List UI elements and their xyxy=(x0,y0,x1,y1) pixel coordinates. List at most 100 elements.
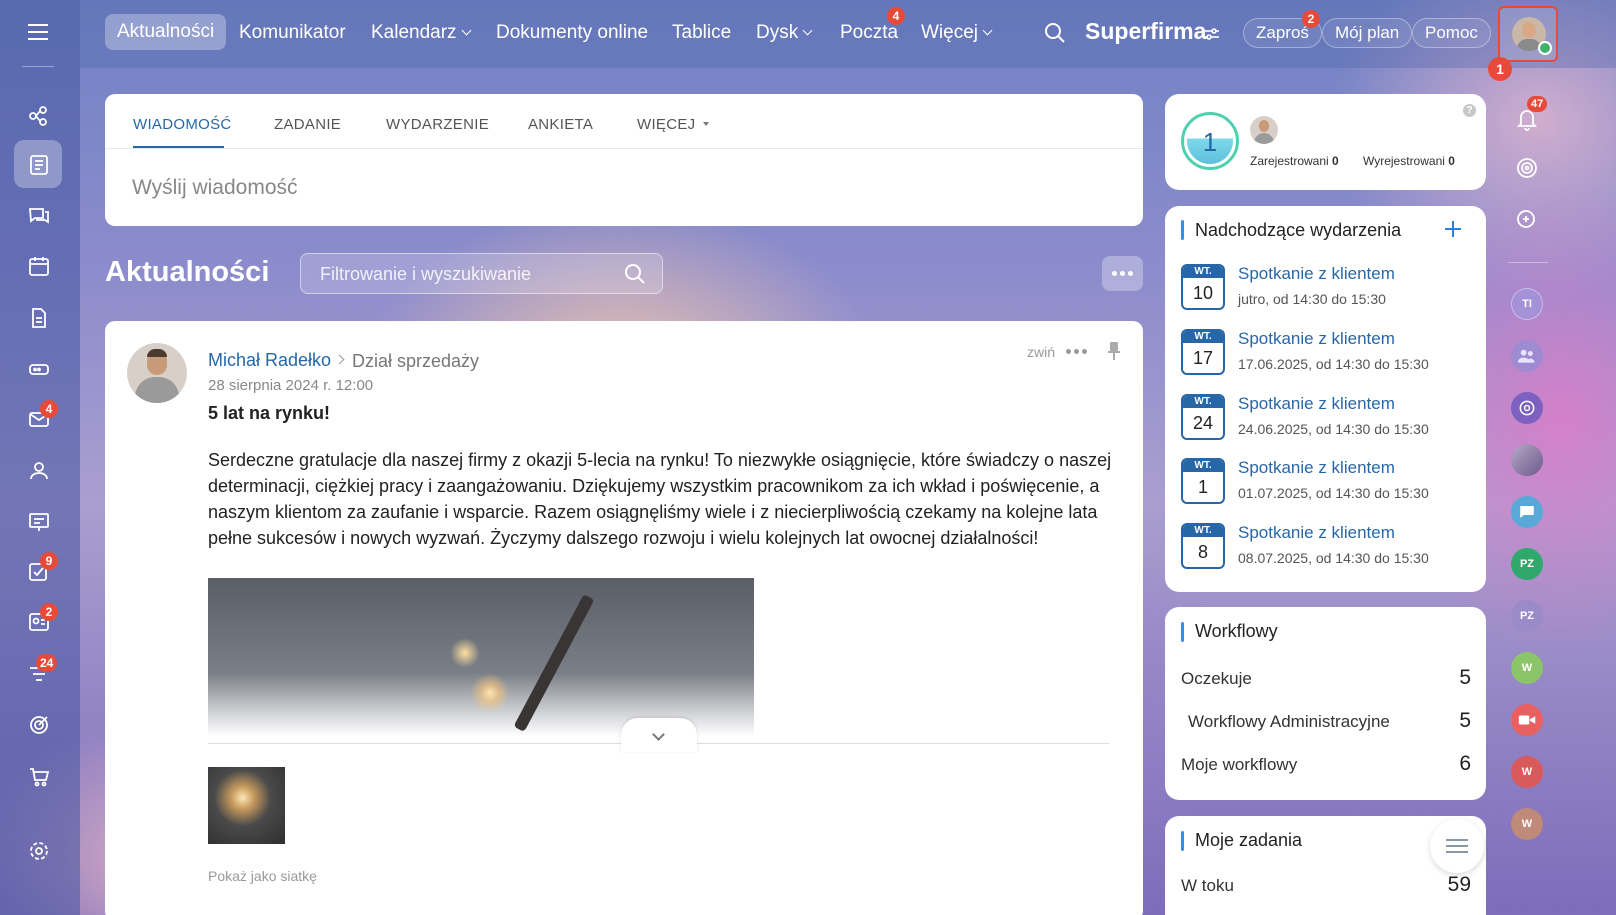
nav-dokumenty[interactable]: Dokumenty online xyxy=(496,16,648,50)
help-button[interactable]: Pomoc xyxy=(1412,18,1491,48)
company-name[interactable]: Superfirma xyxy=(1085,18,1206,45)
grid-view-link[interactable]: Pokaż jako siatkę xyxy=(208,868,317,884)
event-day: 1 xyxy=(1197,477,1208,497)
user-avatar-small[interactable] xyxy=(1250,116,1278,144)
recent-chat-avatar[interactable]: PZ xyxy=(1511,548,1543,580)
event-item[interactable]: WT. 17 Spotkanie z klientem 17.06.2025, o… xyxy=(1181,329,1471,377)
post-menu-icon[interactable] xyxy=(1066,349,1087,354)
sidebar-item-drive[interactable] xyxy=(24,354,54,384)
list-icon xyxy=(1446,839,1468,853)
tasks-card: Moje zadania W toku 59 xyxy=(1165,816,1486,915)
post-composer: WIADOMOŚĆ ZADANIE WYDARZENIE ANKIETA WIĘ… xyxy=(105,94,1143,226)
recent-chat-avatar[interactable]: W xyxy=(1511,652,1543,684)
nav-aktualnosci[interactable]: Aktualności xyxy=(105,14,227,50)
workflows-title: Workflowy xyxy=(1195,621,1278,641)
nav-dysk[interactable]: Dysk xyxy=(756,16,813,50)
tasks-row[interactable]: W toku 59 xyxy=(1181,873,1471,898)
event-day: 10 xyxy=(1192,283,1214,303)
image-thumbnail[interactable] xyxy=(208,767,285,844)
nav-kalendarz[interactable]: Kalendarz xyxy=(371,16,472,50)
poczta-badge: 4 xyxy=(887,7,905,25)
event-item[interactable]: WT. 1 Spotkanie z klientem 01.07.2025, od… xyxy=(1181,458,1471,506)
nav-komunikator[interactable]: Komunikator xyxy=(239,16,346,50)
sidebar-item-employees[interactable] xyxy=(24,456,54,486)
users-icon xyxy=(30,462,48,480)
recent-chat-photo[interactable] xyxy=(1511,444,1543,476)
event-time: 01.07.2025, od 14:30 do 15:30 xyxy=(1238,485,1429,501)
expand-button[interactable] xyxy=(621,718,697,752)
tasks-row-label: W toku xyxy=(1181,876,1234,895)
recent-chat-avatar[interactable]: PZ xyxy=(1511,600,1543,632)
sidebar-item-goals[interactable] xyxy=(24,710,54,740)
event-dow: WT. xyxy=(1183,396,1223,408)
sidebar-item-docs[interactable] xyxy=(24,303,54,333)
tab-wydarzenie[interactable]: WYDARZENIE xyxy=(386,116,489,133)
settings-sliders-icon[interactable] xyxy=(1204,26,1220,42)
sidebar-item-calendar[interactable] xyxy=(24,251,54,281)
video-call-icon[interactable] xyxy=(1511,704,1543,736)
tab-wiecej[interactable]: WIĘCEJ xyxy=(637,116,710,133)
author-avatar[interactable] xyxy=(127,343,187,403)
mail-badge: 4 xyxy=(40,400,58,418)
event-time: 08.07.2025, od 14:30 do 15:30 xyxy=(1238,550,1429,566)
pin-icon[interactable] xyxy=(1107,341,1121,366)
presence-counter[interactable]: 1 xyxy=(1181,112,1239,170)
tab-ankieta[interactable]: ANKIETA xyxy=(528,116,593,133)
sidebar-item-board[interactable] xyxy=(24,507,54,537)
event-title[interactable]: Spotkanie z klientem xyxy=(1238,264,1395,284)
tab-zadanie[interactable]: ZADANIE xyxy=(274,116,341,133)
event-item[interactable]: WT. 24 Spotkanie z klientem 24.06.2025, o… xyxy=(1181,394,1471,442)
workflows-card: Workflowy Oczekuje 5 Workflowy Administr… xyxy=(1165,607,1486,800)
search-icon[interactable] xyxy=(1044,22,1066,44)
message-input[interactable]: Wyślij wiadomość xyxy=(132,176,298,200)
recent-chat-avatar[interactable]: W xyxy=(1511,756,1543,788)
nav-tablice[interactable]: Tablice xyxy=(672,16,731,50)
message-bubble-icon[interactable] xyxy=(1511,496,1543,528)
network-icon xyxy=(29,106,47,126)
target-icon xyxy=(30,716,48,734)
tasks-badge: 9 xyxy=(40,552,58,570)
post-body: Serdeczne gratulacje dla naszej firmy z … xyxy=(208,450,1112,548)
sidebar-item-settings[interactable] xyxy=(24,836,54,866)
collapse-link[interactable]: zwiń xyxy=(1027,344,1055,360)
event-title[interactable]: Spotkanie z klientem xyxy=(1238,329,1395,349)
unregistered-count: 0 xyxy=(1448,154,1455,168)
my-plan-button[interactable]: Mój plan xyxy=(1322,18,1413,48)
event-item[interactable]: WT. 8 Spotkanie z klientem 08.07.2025, od… xyxy=(1181,523,1471,571)
group-chat-icon[interactable] xyxy=(1511,340,1543,372)
recent-chat-avatar[interactable]: W xyxy=(1511,808,1543,840)
post-date[interactable]: 28 sierpnia 2024 r. 12:00 xyxy=(208,377,373,394)
sidebar-item-sites[interactable] xyxy=(24,101,54,131)
channel-icon[interactable] xyxy=(1511,392,1543,424)
add-event-button[interactable] xyxy=(1444,220,1462,238)
workflow-row[interactable]: Moje workflowy 6 xyxy=(1181,752,1471,777)
calendar-date-icon: WT. 24 xyxy=(1181,394,1225,440)
menu-icon[interactable] xyxy=(28,24,48,40)
tab-wiecej-label: WIĘCEJ xyxy=(637,116,696,133)
radar-icon[interactable] xyxy=(1511,152,1543,184)
event-item[interactable]: WT. 10 Spotkanie z klientem jutro, od 14:… xyxy=(1181,264,1471,312)
sidebar-item-chat[interactable] xyxy=(24,201,54,231)
workflow-row[interactable]: Oczekuje 5 xyxy=(1181,666,1471,691)
event-title[interactable]: Spotkanie z klientem xyxy=(1238,523,1395,543)
document-icon xyxy=(32,308,46,328)
help-icon[interactable]: ? xyxy=(1463,104,1476,117)
more-options-button[interactable] xyxy=(1102,256,1143,291)
user-avatar[interactable] xyxy=(1498,6,1558,62)
event-title[interactable]: Spotkanie z klientem xyxy=(1238,394,1395,414)
post-author[interactable]: Michał Radełko xyxy=(208,350,331,371)
nav-wiecej[interactable]: Więcej xyxy=(921,16,993,50)
feed-post: Michał Radełko Dział sprzedaży 28 sierpn… xyxy=(105,321,1143,915)
list-view-button[interactable] xyxy=(1430,819,1484,873)
sidebar-item-feed[interactable] xyxy=(24,150,54,180)
post-image[interactable] xyxy=(208,578,754,736)
tab-wiadomosc[interactable]: WIADOMOŚĆ xyxy=(133,116,232,133)
sidebar-item-shop[interactable] xyxy=(24,762,54,792)
search-chat-icon[interactable] xyxy=(1511,204,1543,236)
search-input[interactable]: Filtrowanie i wyszukiwanie xyxy=(300,253,663,294)
event-title[interactable]: Spotkanie z klientem xyxy=(1238,458,1395,478)
drive-icon xyxy=(29,364,49,375)
post-department[interactable]: Dział sprzedaży xyxy=(352,351,479,372)
recent-chat-avatar[interactable]: TI xyxy=(1511,288,1543,320)
workflow-row[interactable]: Workflowy Administracyjne 5 xyxy=(1188,709,1471,734)
